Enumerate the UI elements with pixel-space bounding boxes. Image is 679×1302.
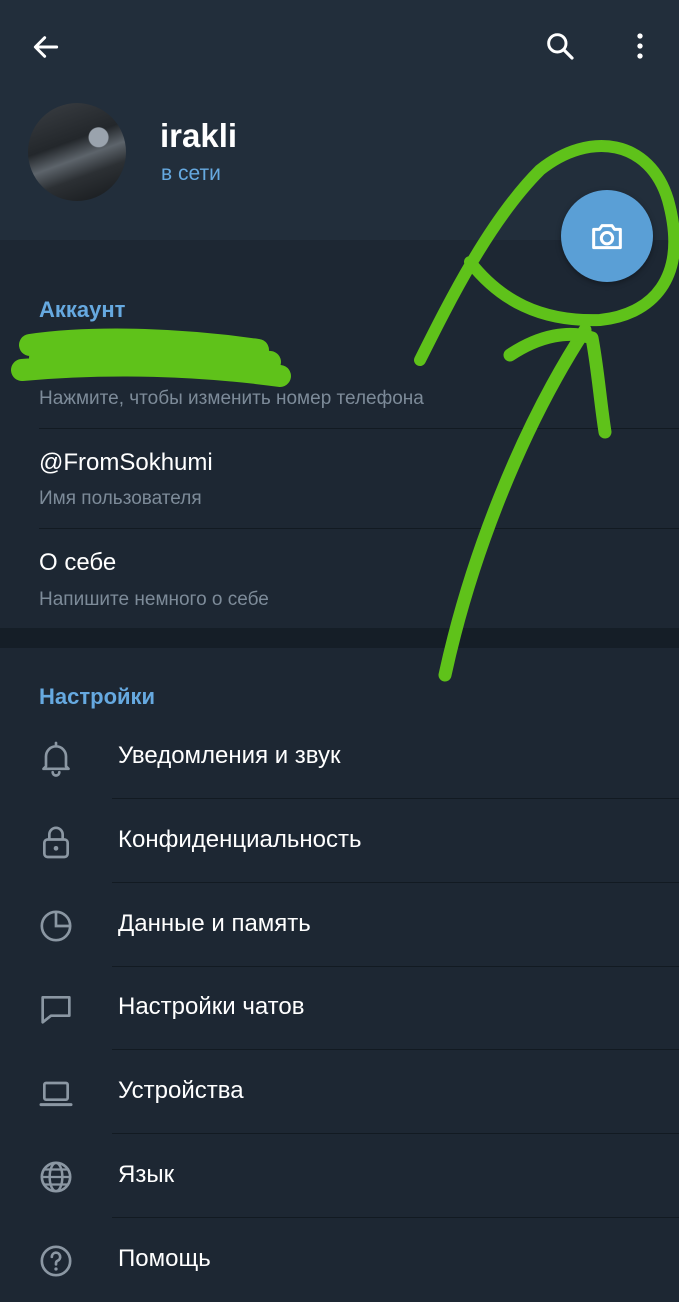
search-icon [547,33,574,60]
bio-hint: Напишите немного о себе [39,589,269,610]
camera-icon [592,224,622,250]
username-label: Имя пользователя [39,488,202,509]
chat-bubble-icon [33,986,79,1032]
account-section-title: Аккаунт [39,297,126,322]
settings-item-devices[interactable]: Устройства [0,1050,679,1134]
set-photo-button[interactable] [561,190,653,282]
help-icon [33,1238,79,1284]
settings-section-title: Настройки [39,684,156,709]
back-button[interactable] [22,23,70,71]
bio-title: О себе [39,549,117,576]
settings-item-data-storage[interactable]: Данные и память [0,883,679,967]
settings-item-label: Конфиденциальность [118,826,362,853]
avatar[interactable] [28,103,126,201]
settings-item-help[interactable]: Помощь [0,1218,679,1302]
more-menu-button[interactable] [616,22,664,70]
settings-item-label: Устройства [118,1077,244,1104]
lock-icon [33,819,79,865]
settings-item-chat-settings[interactable]: Настройки чатов [0,966,679,1050]
username-value: @FromSokhumi [39,449,213,476]
bio-row[interactable]: О себе Напишите немного о себе [0,529,679,628]
search-button[interactable] [536,22,584,70]
arrow-left-icon [33,36,59,58]
settings-item-label: Язык [118,1161,175,1188]
settings-item-label: Настройки чатов [118,993,305,1020]
settings-item-label: Данные и память [118,910,311,937]
phone-hint: Нажмите, чтобы изменить номер телефона [39,388,424,409]
phone-number-row[interactable]: Нажмите, чтобы изменить номер телефона [0,330,679,428]
profile-name: irakli [160,117,238,154]
more-vertical-icon [637,33,643,59]
globe-icon [33,1154,79,1200]
settings-item-label: Уведомления и звук [118,742,341,769]
settings-item-privacy[interactable]: Конфиденциальность [0,799,679,883]
settings-item-label: Помощь [118,1245,211,1272]
laptop-icon [33,1070,79,1116]
pie-chart-icon [33,903,79,949]
bell-icon [33,735,79,781]
section-gap [0,628,679,648]
online-status: в сети [161,162,221,185]
settings-item-notifications[interactable]: Уведомления и звук [0,715,679,799]
username-row[interactable]: @FromSokhumi Имя пользователя [0,429,679,528]
settings-item-language[interactable]: Язык [0,1134,679,1218]
